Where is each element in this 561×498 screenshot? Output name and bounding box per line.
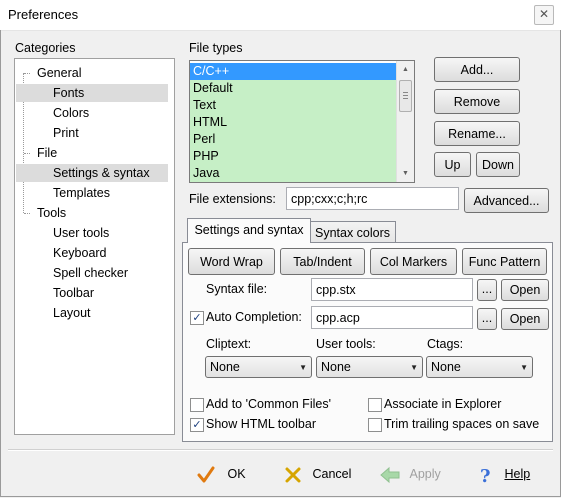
file-types-label: File types: [189, 41, 243, 55]
tree-item-print[interactable]: Print: [53, 124, 79, 142]
svg-text:?: ?: [480, 466, 491, 485]
window-title: Preferences: [8, 7, 79, 22]
func-pattern-button[interactable]: Func Pattern: [462, 248, 547, 275]
cancel-button[interactable]: Cancel: [283, 462, 351, 486]
tab-syntax-colors[interactable]: Syntax colors: [309, 221, 396, 244]
tree-item-fonts[interactable]: Fonts: [16, 84, 168, 102]
tree-item-toolbar[interactable]: Toolbar: [53, 284, 94, 302]
cliptext-label: Cliptext:: [206, 337, 252, 351]
tree-item-templates[interactable]: Templates: [53, 184, 110, 202]
categories-label: Categories: [15, 41, 76, 55]
syntax-file-open-button[interactable]: Open: [501, 279, 549, 301]
trim-spaces-checkbox[interactable]: [368, 418, 382, 432]
cancel-x-icon: [285, 467, 301, 483]
auto-completion-browse-button[interactable]: ...: [477, 308, 497, 330]
file-extensions-label: File extensions:: [189, 192, 276, 206]
scroll-up-icon[interactable]: ▲: [397, 61, 414, 78]
help-label: Help: [504, 467, 531, 481]
tab-settings-and-syntax[interactable]: Settings and syntax: [187, 218, 311, 243]
tree-item-colors[interactable]: Colors: [53, 104, 89, 122]
cancel-label: Cancel: [312, 467, 352, 481]
auto-completion-checkbox[interactable]: ✓: [190, 311, 204, 325]
chevron-down-icon: ▼: [410, 363, 418, 372]
tree-item-keyboard[interactable]: Keyboard: [53, 244, 107, 262]
list-item-text[interactable]: Text: [190, 97, 400, 114]
ok-button[interactable]: OK: [196, 462, 246, 486]
auto-completion-open-button[interactable]: Open: [501, 308, 549, 330]
tree-item-settings-syntax[interactable]: Settings & syntax: [16, 164, 168, 182]
tab-indent-button[interactable]: Tab/Indent: [280, 248, 365, 275]
list-item-default[interactable]: Default: [190, 80, 400, 97]
apply-button[interactable]: Apply: [379, 462, 441, 486]
syntax-file-label: Syntax file:: [206, 282, 268, 296]
up-button[interactable]: Up: [434, 152, 471, 177]
common-files-label: Add to 'Common Files': [206, 397, 331, 411]
ok-label: OK: [227, 467, 246, 481]
cliptext-select[interactable]: None ▼: [205, 356, 312, 378]
ctags-label: Ctags:: [427, 337, 464, 351]
tree-item-file[interactable]: File: [37, 144, 57, 162]
user-tools-value: None: [321, 360, 351, 374]
trim-spaces-label: Trim trailing spaces on save: [384, 417, 540, 431]
tree-line: [24, 153, 30, 154]
col-markers-button[interactable]: Col Markers: [370, 248, 457, 275]
cliptext-value: None: [210, 360, 240, 374]
help-button[interactable]: ? Help: [478, 462, 531, 487]
ctags-select[interactable]: None ▼: [426, 356, 533, 378]
file-extensions-input[interactable]: cpp;cxx;c;h;rc: [286, 187, 459, 210]
syntax-file-input[interactable]: cpp.stx: [311, 278, 473, 301]
footer-separator: [8, 449, 553, 451]
associate-explorer-label: Associate in Explorer: [384, 397, 502, 411]
categories-tree[interactable]: General Fonts Colors Print File Settings…: [14, 58, 175, 435]
auto-completion-label: Auto Completion:: [206, 310, 302, 324]
associate-explorer-checkbox[interactable]: [368, 398, 382, 412]
down-button[interactable]: Down: [476, 152, 520, 177]
file-types-scrollbar[interactable]: ▲ ▼: [396, 61, 414, 182]
html-toolbar-label: Show HTML toolbar: [206, 417, 316, 431]
common-files-checkbox[interactable]: [190, 398, 204, 412]
advanced-button[interactable]: Advanced...: [464, 188, 549, 213]
scroll-down-icon[interactable]: ▼: [397, 165, 414, 182]
list-item-html[interactable]: HTML: [190, 114, 400, 131]
file-types-list[interactable]: C/C++ Default Text HTML Perl PHP Java ▲ …: [189, 60, 415, 183]
list-item-php[interactable]: PHP: [190, 148, 400, 165]
syntax-file-browse-button[interactable]: ...: [477, 279, 497, 301]
html-toolbar-checkbox[interactable]: ✓: [190, 418, 204, 432]
chevron-down-icon: ▼: [520, 363, 528, 372]
remove-button[interactable]: Remove: [434, 89, 520, 114]
tree-item-layout[interactable]: Layout: [53, 304, 91, 322]
check-icon: [197, 466, 215, 483]
auto-completion-input[interactable]: cpp.acp: [311, 306, 473, 329]
help-question-icon: ?: [480, 466, 491, 487]
close-button[interactable]: ✕: [534, 5, 554, 25]
scroll-thumb[interactable]: [399, 80, 412, 112]
apply-label: Apply: [409, 467, 441, 481]
title-bar: Preferences ✕: [0, 0, 561, 31]
tree-item-user-tools[interactable]: User tools: [53, 224, 109, 242]
apply-arrow-icon: [380, 466, 400, 483]
tree-line: [24, 213, 30, 214]
list-item-perl[interactable]: Perl: [190, 131, 400, 148]
tree-item-tools[interactable]: Tools: [37, 204, 66, 222]
tree-line: [24, 73, 30, 74]
user-tools-label: User tools:: [316, 337, 376, 351]
add-button[interactable]: Add...: [434, 57, 520, 82]
rename-button[interactable]: Rename...: [434, 121, 520, 146]
user-tools-select[interactable]: None ▼: [316, 356, 423, 378]
tree-item-general[interactable]: General: [37, 64, 81, 82]
tree-item-spell-checker[interactable]: Spell checker: [53, 264, 128, 282]
ctags-value: None: [431, 360, 461, 374]
list-item-java[interactable]: Java: [190, 165, 400, 182]
chevron-down-icon: ▼: [299, 363, 307, 372]
list-item-c-cpp[interactable]: C/C++: [190, 63, 400, 80]
word-wrap-button[interactable]: Word Wrap: [188, 248, 275, 275]
